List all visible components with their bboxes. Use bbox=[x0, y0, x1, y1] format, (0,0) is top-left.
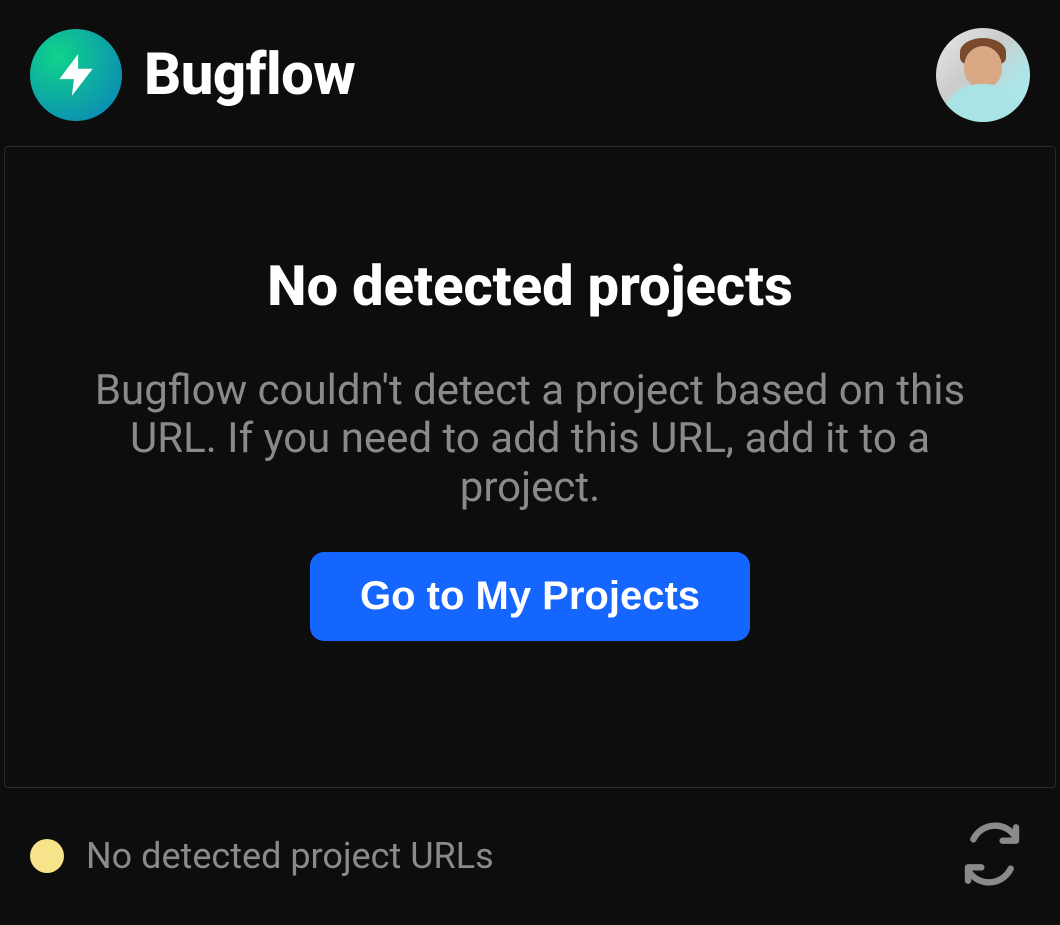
brand-name: Bugflow bbox=[144, 41, 355, 109]
footer: No detected project URLs bbox=[0, 788, 1060, 925]
brand: Bugflow bbox=[30, 29, 355, 121]
go-to-projects-button[interactable]: Go to My Projects bbox=[310, 552, 750, 641]
header: Bugflow bbox=[0, 0, 1060, 146]
empty-state-description: Bugflow couldn't detect a project based … bbox=[70, 367, 990, 512]
status-dot-icon bbox=[30, 839, 64, 873]
empty-state-card: No detected projects Bugflow couldn't de… bbox=[4, 146, 1056, 788]
bolt-logo-icon bbox=[30, 29, 122, 121]
status-text: No detected project URLs bbox=[86, 835, 494, 877]
avatar[interactable] bbox=[936, 28, 1030, 122]
status-indicator: No detected project URLs bbox=[30, 835, 494, 877]
empty-state-title: No detected projects bbox=[267, 253, 793, 319]
refresh-button[interactable] bbox=[954, 816, 1030, 895]
refresh-icon bbox=[960, 822, 1024, 889]
